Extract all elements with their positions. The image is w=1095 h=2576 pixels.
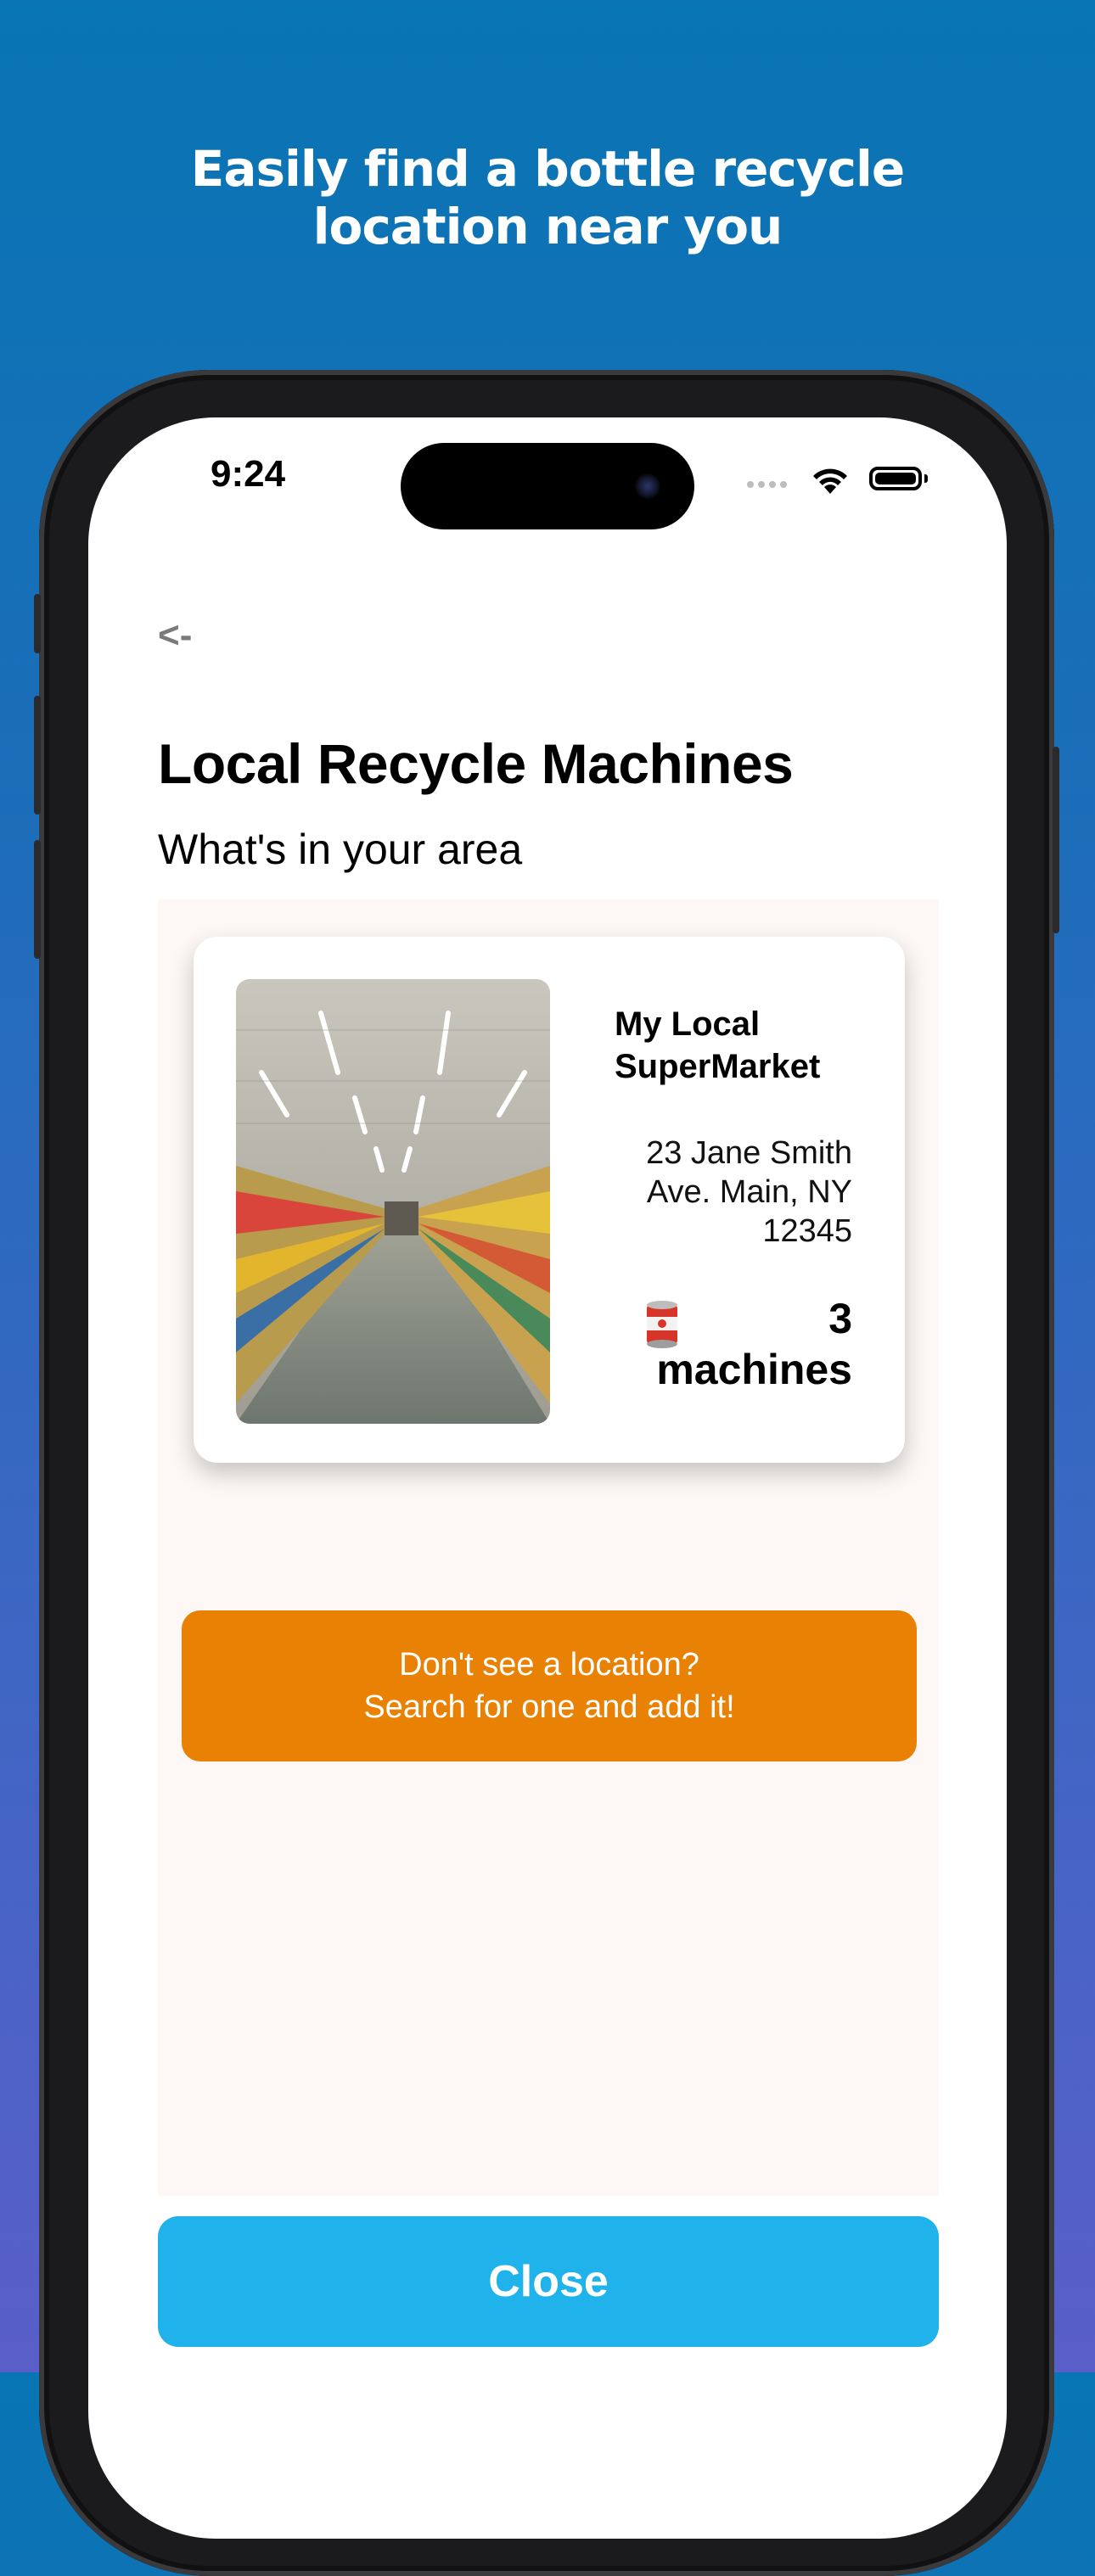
- add-location-line1: Don't see a location?: [399, 1647, 699, 1683]
- phone-volume-down-button: [34, 840, 41, 959]
- promo-headline-line2: location near you: [312, 198, 783, 255]
- address-line: Ave. Main, NY: [646, 1174, 852, 1210]
- battery-icon: [869, 467, 922, 490]
- locations-list: My Local SuperMarket 23 Jane Smith Ave. …: [158, 899, 939, 2196]
- phone-screen: 9:24 <- Local Recycle Machines What's in…: [88, 417, 1007, 2539]
- phone-volume-up-button: [34, 696, 41, 815]
- close-button[interactable]: Close: [158, 2216, 939, 2347]
- promo-headline: Easily find a bottle recycle location ne…: [0, 140, 1095, 255]
- page-title: Local Recycle Machines: [158, 732, 794, 795]
- machine-count-number: 3: [828, 1295, 852, 1342]
- promo-headline-line1: Easily find a bottle recycle: [190, 140, 905, 198]
- address-line: 12345: [762, 1213, 852, 1249]
- front-camera: [635, 473, 660, 499]
- phone-power-button: [1053, 747, 1059, 933]
- status-time: 9:24: [211, 453, 286, 495]
- cellular-signal-icon: [747, 477, 791, 492]
- store-address: 23 Jane Smith Ave. Main, NY 12345: [598, 1134, 852, 1251]
- back-button[interactable]: <-: [158, 614, 192, 657]
- dynamic-island: [401, 443, 694, 529]
- add-location-button[interactable]: Don't see a location? Search for one and…: [182, 1610, 917, 1761]
- location-card[interactable]: My Local SuperMarket 23 Jane Smith Ave. …: [194, 937, 905, 1463]
- phone-side-button: [34, 594, 41, 653]
- machine-count-unit: machines: [656, 1346, 852, 1393]
- address-line: 23 Jane Smith: [646, 1135, 852, 1171]
- machine-count: 3 machines: [598, 1293, 852, 1395]
- battery-tip: [924, 474, 928, 483]
- wifi-icon: [810, 465, 851, 500]
- add-location-line2: Search for one and add it!: [363, 1689, 735, 1725]
- store-image: [236, 979, 550, 1424]
- store-name: My Local SuperMarket: [615, 1005, 821, 1085]
- page-subtitle: What's in your area: [158, 826, 523, 873]
